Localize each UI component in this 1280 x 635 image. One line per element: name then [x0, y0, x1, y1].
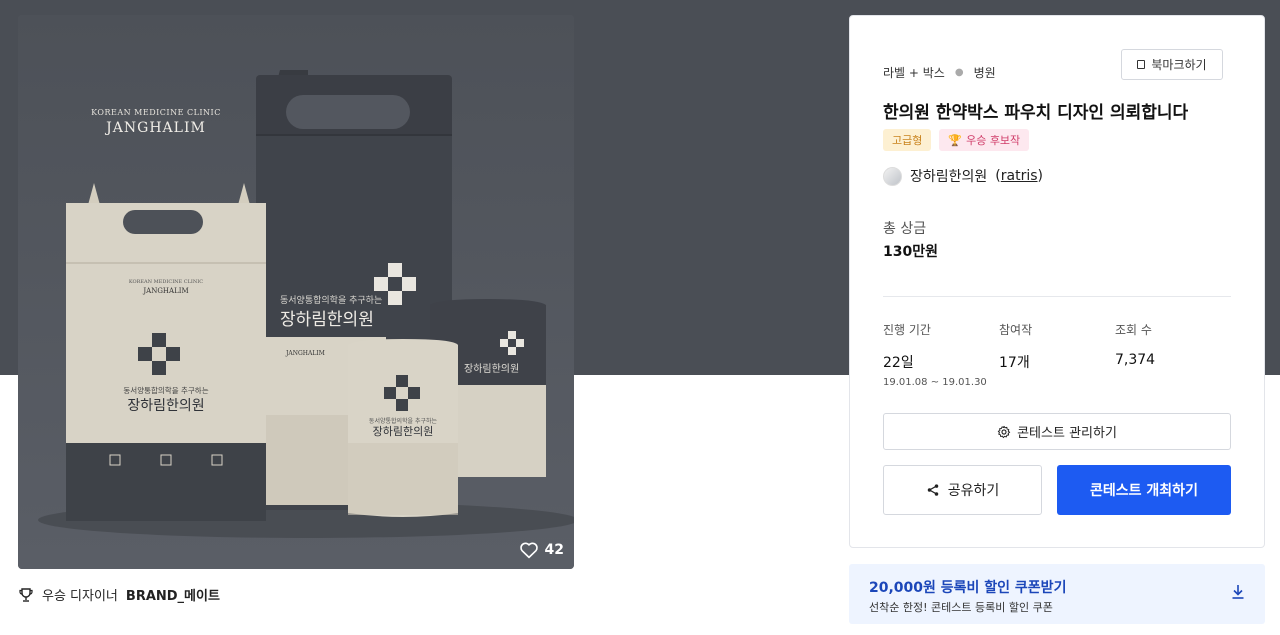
premium-badge: 고급형	[883, 129, 932, 151]
host-contest-button[interactable]: 콘테스트 개최하기	[1057, 465, 1231, 515]
coupon-banner[interactable]: 20,000원 등록비 할인 쿠폰받기 선착순 한정! 콘테스트 등록비 할인 …	[849, 564, 1265, 624]
beige-pouch: 동서양통합의학을 추구하는 장하림한의원	[348, 339, 458, 517]
svg-text:KOREAN MEDICINE CLINIC: KOREAN MEDICINE CLINIC	[129, 279, 203, 285]
dark-box-slogan: 동서양통합의학을 추구하는	[280, 295, 382, 306]
winner-label: 우승 디자이너	[42, 589, 118, 604]
manage-contest-label: 콘테스트 관리하기	[1017, 426, 1117, 441]
svg-text:동서양통합의학을 추구하는: 동서양통합의학을 추구하는	[123, 385, 208, 395]
industry-label[interactable]: 병원	[974, 64, 996, 81]
stat-date-range: 19.01.08 ~ 19.01.30	[883, 377, 987, 388]
prize-label: 총 상금	[883, 221, 927, 237]
share-button[interactable]: 공유하기	[883, 465, 1042, 515]
entry-image[interactable]: 동서양통합의학을 추구하는 장하림한의원 KOREAN MEDICINE CLI…	[18, 15, 574, 569]
badge-row: 고급형 🏆 우승 후보작	[883, 129, 1030, 151]
breadcrumb: 라벨 + 박스 ● 병원	[883, 64, 996, 81]
contest-info-panel: 라벨 + 박스 ● 병원 북마크하기 한의원 한약박스 파우치 디자인 의뢰합니…	[849, 15, 1265, 548]
category-label[interactable]: 라벨 + 박스	[883, 64, 945, 81]
beige-box: KOREAN MEDICINE CLINIC JANGHALIM 동서양통합의학…	[66, 183, 266, 521]
stat-label: 진행 기간	[883, 323, 931, 337]
trophy-icon: 🏆	[948, 133, 963, 147]
coupon-subtitle: 선착순 한정! 콘테스트 등록비 할인 쿠폰	[869, 601, 1053, 614]
stat-entries: 참여작 17개	[999, 321, 1032, 372]
product-mockup-illustration: 동서양통합의학을 추구하는 장하림한의원 KOREAN MEDICINE CLI…	[18, 15, 574, 569]
bookmark-button[interactable]: 북마크하기	[1121, 49, 1223, 80]
prize-value: 130만원	[883, 244, 938, 260]
contest-owner: 장하림한의원 (ratris)	[883, 166, 1043, 186]
brand-name-text: JANGHALIM	[104, 120, 206, 136]
avatar	[883, 166, 902, 186]
like-count: 42	[544, 542, 564, 558]
stat-views: 조회 수 7,374	[1115, 321, 1155, 368]
separator-dot: ●	[954, 67, 964, 78]
download-icon[interactable]	[1231, 584, 1245, 600]
owner-id[interactable]: ratris	[1001, 168, 1038, 184]
owner-id-link[interactable]: (ratris)	[995, 168, 1043, 184]
winner-name[interactable]: BRAND_메이트	[126, 585, 220, 604]
svg-text:JANGHALIM: JANGHALIM	[142, 287, 188, 295]
svg-text:JANGHALIM: JANGHALIM	[285, 350, 325, 357]
trophy-icon	[19, 587, 33, 602]
winner-designer: 우승 디자이너 BRAND_메이트	[18, 585, 220, 604]
stat-label: 조회 수	[1115, 323, 1152, 337]
winner-candidate-label: 우승 후보작	[966, 134, 1021, 147]
gear-icon	[997, 425, 1011, 438]
bookmark-icon	[1137, 60, 1146, 69]
divider	[883, 296, 1231, 297]
coupon-title[interactable]: 20,000원 등록비 할인 쿠폰받기	[869, 577, 1066, 597]
share-icon	[927, 484, 938, 496]
contest-title: 한의원 한약박스 파우치 디자인 의뢰합니다	[883, 103, 1189, 123]
stat-value: 7,374	[1115, 352, 1156, 368]
svg-text:장하림한의원: 장하림한의원	[127, 398, 204, 414]
brand-top-text: KOREAN MEDICINE CLINIC	[91, 108, 221, 117]
winner-candidate-badge: 🏆 우승 후보작	[939, 129, 1030, 151]
stat-value: 17개	[999, 355, 1030, 371]
owner-name: 장하림한의원	[910, 169, 988, 185]
stat-duration: 진행 기간 22일 19.01.08 ~ 19.01.30	[883, 321, 987, 388]
like-button[interactable]: 42	[519, 541, 564, 559]
svg-text:장하림한의원: 장하림한의원	[373, 424, 434, 438]
share-label: 공유하기	[947, 483, 1000, 499]
svg-text:동서양통합의학을 추구하는: 동서양통합의학을 추구하는	[369, 417, 438, 425]
stat-label: 참여작	[999, 323, 1033, 337]
stat-value: 22일	[883, 355, 914, 371]
heart-icon	[519, 542, 538, 559]
manage-contest-button[interactable]: 콘테스트 관리하기	[883, 413, 1231, 450]
bookmark-label: 북마크하기	[1151, 58, 1207, 72]
dark-box-name: 장하림한의원	[280, 310, 374, 330]
svg-text:장하림한의원: 장하림한의원	[464, 362, 519, 375]
